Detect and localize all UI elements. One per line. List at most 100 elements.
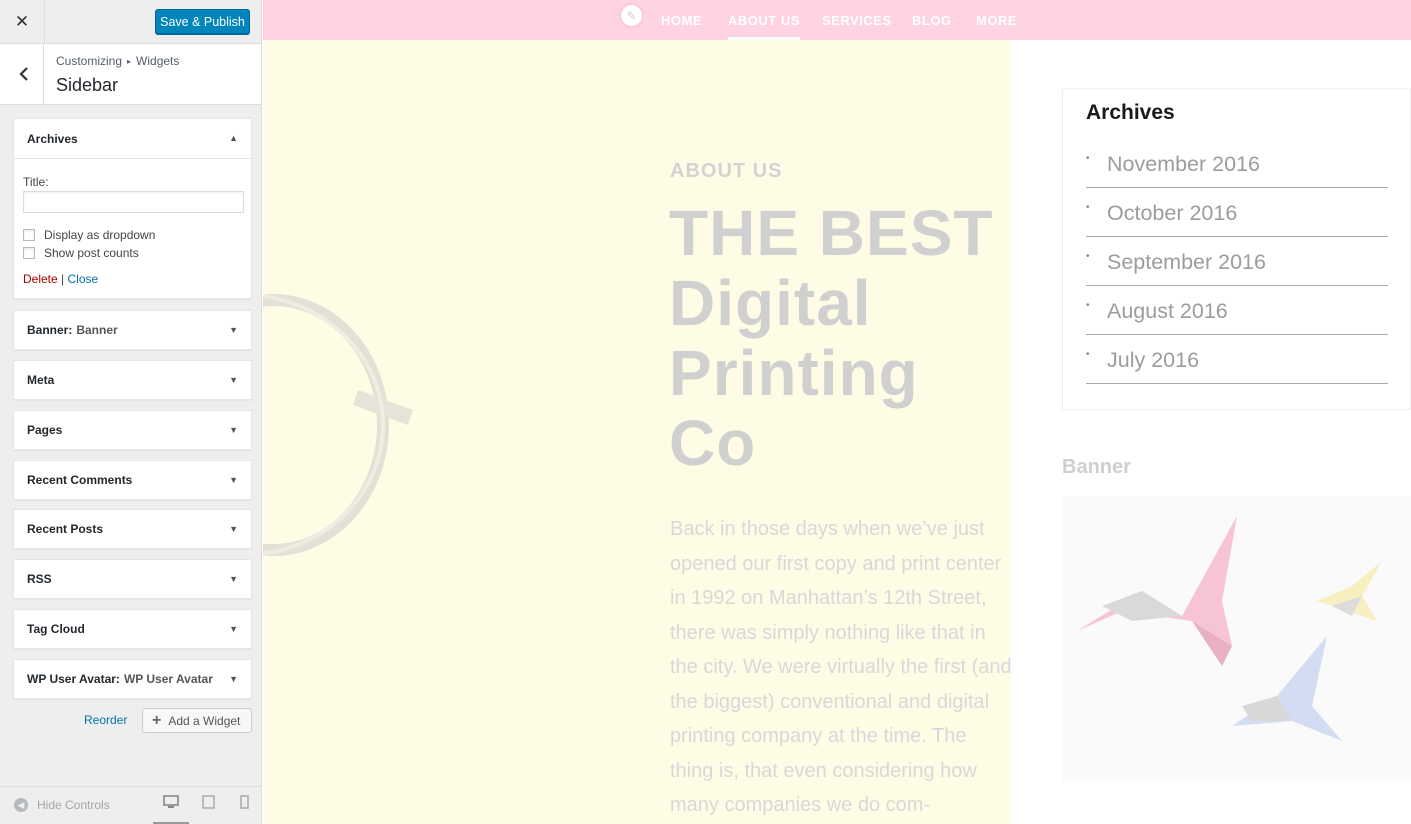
widget-archives-form: Title: Display as dropdown Show post cou… — [14, 159, 251, 298]
tablet-preview-button[interactable] — [190, 795, 226, 824]
expand-arrow-icon[interactable]: ▼ — [229, 624, 238, 634]
archive-link[interactable]: July 2016 — [1107, 348, 1199, 373]
expand-arrow-icon[interactable]: ▼ — [229, 325, 238, 335]
site-preview: ✎ HOME ABOUT US SERVICES BLOG MORE ABOUT… — [263, 0, 1411, 824]
archive-item[interactable]: • July 2016 — [1086, 335, 1388, 384]
reorder-link[interactable]: Reorder — [84, 713, 127, 727]
chevron-left-icon — [18, 67, 28, 81]
customizer-panel: ✕ Save & Publish Customizing ▸ Widgets Sid… — [0, 0, 262, 824]
archive-item[interactable]: • October 2016 — [1086, 188, 1388, 237]
close-customizer-button[interactable]: ✕ — [0, 0, 45, 44]
archive-link[interactable]: October 2016 — [1107, 201, 1237, 226]
widget-actions: Delete | Close — [23, 272, 242, 286]
show-counts-option[interactable]: Show post counts — [23, 244, 242, 262]
widget-header[interactable]: Banner: Banner ▼ — [14, 311, 251, 349]
hide-controls-button[interactable]: ◀ Hide Controls — [14, 798, 110, 812]
widget-subtitle: Banner — [76, 323, 118, 337]
widget-header[interactable]: RSS ▼ — [14, 560, 251, 598]
archive-link[interactable]: August 2016 — [1107, 299, 1228, 324]
nav-home[interactable]: HOME — [661, 13, 702, 28]
display-dropdown-label: Display as dropdown — [44, 228, 156, 242]
hero-title-line-3: Printing — [669, 337, 919, 409]
widget-rss[interactable]: RSS ▼ — [13, 559, 252, 599]
archive-item[interactable]: • November 2016 — [1086, 139, 1388, 188]
widget-header[interactable]: Tag Cloud ▼ — [14, 610, 251, 648]
nav-about-us[interactable]: ABOUT US — [728, 13, 800, 40]
customizer-header: ✕ Save & Publish — [0, 0, 261, 44]
widget-header[interactable]: Recent Comments ▼ — [14, 461, 251, 499]
desktop-preview-button[interactable] — [153, 795, 189, 824]
breadcrumb: Customizing ▸ Widgets — [56, 54, 179, 68]
widget-title: Recent Comments — [27, 473, 133, 487]
archive-item[interactable]: • August 2016 — [1086, 286, 1388, 335]
bullet-icon: • — [1086, 349, 1090, 360]
expand-arrow-icon[interactable]: ▼ — [229, 425, 238, 435]
widget-header[interactable]: Recent Posts ▼ — [14, 510, 251, 548]
bullet-icon: • — [1086, 202, 1090, 213]
section-header: Customizing ▸ Widgets Sidebar — [0, 44, 261, 105]
customizer-footer: ◀ Hide Controls — [0, 786, 261, 824]
close-link[interactable]: Close — [68, 272, 99, 286]
expand-arrow-icon[interactable]: ▼ — [229, 475, 238, 485]
widget-pages[interactable]: Pages ▼ — [13, 410, 252, 450]
section-title: Sidebar — [56, 75, 119, 95]
title-field[interactable] — [23, 191, 244, 213]
widget-title: Pages — [27, 423, 63, 437]
nav-services[interactable]: SERVICES — [822, 13, 892, 28]
widget-title: Tag Cloud — [27, 622, 85, 636]
widget-title: Archives — [27, 131, 78, 146]
breadcrumb-root: Customizing — [56, 54, 123, 68]
title-field-label: Title: — [23, 175, 49, 189]
widget-title: Meta — [27, 373, 55, 387]
archive-link[interactable]: September 2016 — [1107, 250, 1266, 275]
widget-header[interactable]: Pages ▼ — [14, 411, 251, 449]
hero-title-line-1: THE BEST — [669, 197, 994, 269]
expand-arrow-icon[interactable]: ▼ — [229, 574, 238, 584]
breadcrumb-separator-icon: ▸ — [127, 57, 132, 66]
hero-title-line-2: Digital — [669, 267, 872, 339]
nav-more[interactable]: MORE — [976, 13, 1017, 28]
mobile-preview-button[interactable] — [226, 795, 262, 824]
widget-tag-cloud[interactable]: Tag Cloud ▼ — [13, 609, 252, 649]
display-dropdown-option[interactable]: Display as dropdown — [23, 226, 242, 244]
widget-wp-user-avatar[interactable]: WP User Avatar: WP User Avatar ▼ — [13, 659, 252, 699]
section-kicker: ABOUT US — [670, 160, 783, 182]
widget-meta[interactable]: Meta ▼ — [13, 360, 252, 400]
origami-birds-image — [1062, 496, 1411, 781]
widget-title: Recent Posts — [27, 522, 104, 536]
widget-header[interactable]: WP User Avatar: WP User Avatar ▼ — [14, 660, 251, 698]
widget-recent-posts[interactable]: Recent Posts ▼ — [13, 509, 252, 549]
show-counts-label: Show post counts — [44, 246, 139, 260]
eyeglasses-image — [263, 294, 413, 556]
expand-arrow-icon[interactable]: ▼ — [229, 524, 238, 534]
back-button[interactable] — [0, 44, 44, 104]
pencil-icon: ✎ — [626, 8, 637, 23]
archives-title: Archives — [1086, 101, 1175, 124]
bullet-icon: • — [1086, 251, 1090, 262]
breadcrumb-leaf: Widgets — [136, 54, 180, 68]
nav-blog[interactable]: BLOG — [912, 13, 952, 28]
save-publish-button[interactable]: Save & Publish — [155, 9, 250, 34]
collapse-arrow-icon[interactable]: ▲ — [229, 133, 238, 143]
widget-banner[interactable]: Banner: Banner ▼ — [13, 310, 252, 350]
action-separator: | — [61, 272, 65, 286]
widget-header[interactable]: Meta ▼ — [14, 361, 251, 399]
widget-recent-comments[interactable]: Recent Comments ▼ — [13, 460, 252, 500]
widget-title: RSS — [27, 572, 52, 586]
show-counts-checkbox[interactable] — [23, 247, 35, 259]
widget-title: WP User Avatar: — [27, 672, 120, 686]
archive-item[interactable]: • September 2016 — [1086, 237, 1388, 286]
widget-archives-header[interactable]: Archives ▲ — [14, 119, 251, 159]
delete-link[interactable]: Delete — [23, 272, 58, 286]
edit-shortcut-button[interactable]: ✎ — [619, 3, 644, 28]
bullet-icon: • — [1086, 153, 1090, 164]
archive-link[interactable]: November 2016 — [1107, 152, 1260, 177]
tablet-icon — [201, 795, 215, 809]
expand-arrow-icon[interactable]: ▼ — [229, 375, 238, 385]
add-widget-label: Add a Widget — [168, 713, 241, 728]
add-widget-button[interactable]: + Add a Widget — [142, 708, 252, 733]
display-dropdown-checkbox[interactable] — [23, 229, 35, 241]
expand-arrow-icon[interactable]: ▼ — [229, 674, 238, 684]
hero-title-line-4: Co — [669, 407, 757, 479]
desktop-icon — [163, 795, 179, 808]
